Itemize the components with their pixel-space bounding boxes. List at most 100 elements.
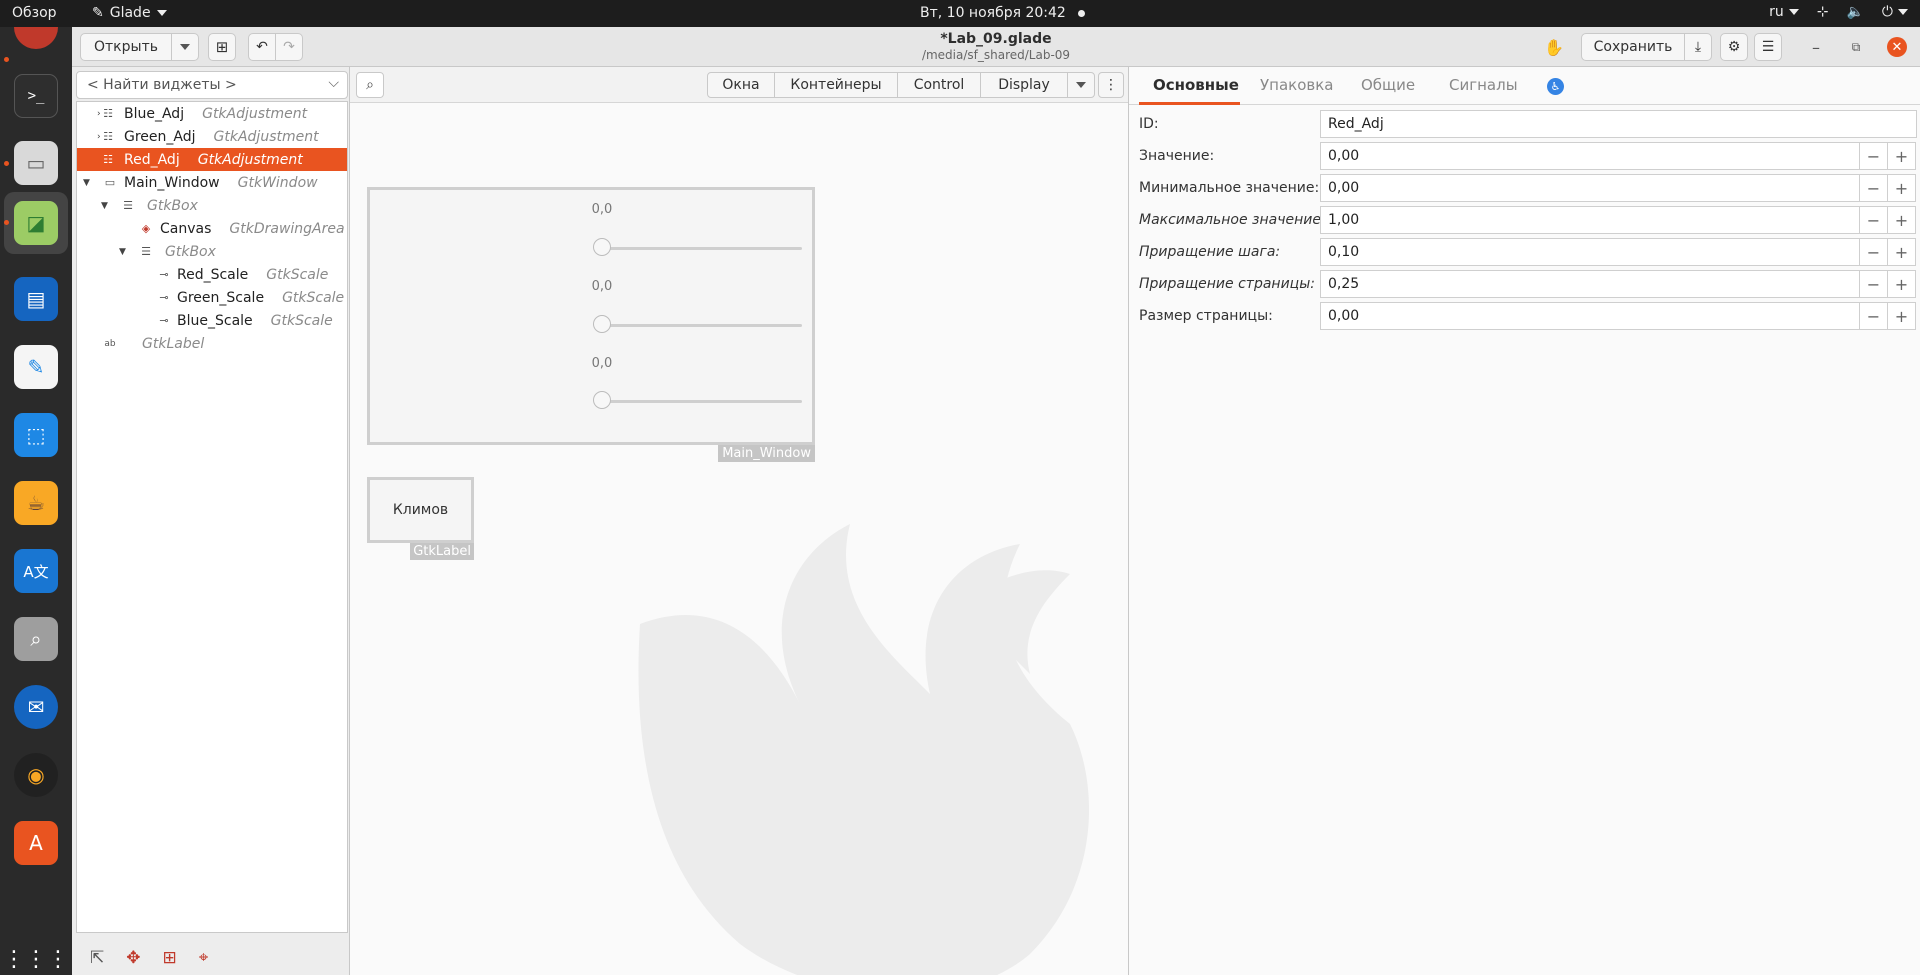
thunderbird-icon[interactable]: ✉ [14, 685, 58, 729]
page-increment-field[interactable]: 0,25 [1320, 270, 1860, 298]
align-edit-icon[interactable]: ⌖ [199, 948, 209, 968]
increment-button[interactable]: + [1887, 142, 1916, 170]
prop-row-page-increment: Приращение страницы: 0,25 − + [1129, 269, 1920, 299]
label-icon: ab [104, 338, 116, 349]
expander-open-icon: ▼ [119, 246, 126, 257]
notification-dot-icon [1077, 9, 1085, 17]
files-icon[interactable]: ▭ [14, 141, 58, 185]
tab-common[interactable]: Общие [1361, 76, 1415, 94]
value-field[interactable]: 0,00 [1320, 142, 1860, 170]
chevron-down-icon [1076, 82, 1086, 88]
tree-row-gtkbox-inner[interactable]: ▼ ☰ GtkBox [77, 240, 347, 263]
tab-signals[interactable]: Сигналы [1449, 76, 1518, 94]
tree-row-blue-adj[interactable]: › ☷ Blue_Adj GtkAdjustment [77, 102, 347, 125]
language-indicator[interactable]: ru [1769, 4, 1799, 20]
glade-dock-icon[interactable]: ◪ [14, 201, 58, 245]
decrement-button[interactable]: − [1859, 238, 1888, 266]
decrement-button[interactable]: − [1859, 302, 1888, 330]
running-indicator [4, 57, 9, 62]
margin-edit-icon[interactable]: ⊞ [163, 948, 177, 968]
scale-icon: ⊸ [159, 314, 169, 327]
text-editor-icon[interactable]: ✎ [14, 345, 58, 389]
magnifier-icon[interactable]: ⌕ [14, 617, 58, 661]
design-canvas[interactable]: 0,0 0,0 0,0 Main_Window Климов GtkLabel [350, 104, 1128, 975]
tree-row-green-adj[interactable]: › ☷ Green_Adj GtkAdjustment [77, 125, 347, 148]
libreoffice-writer-icon[interactable]: ▤ [14, 277, 58, 321]
increment-button[interactable]: + [1887, 206, 1916, 234]
software-center-icon[interactable]: A [14, 821, 58, 865]
increment-button[interactable]: + [1887, 174, 1916, 202]
prop-label: Размер страницы: [1139, 308, 1273, 324]
tab-packing[interactable]: Упаковка [1260, 76, 1333, 94]
page-size-field[interactable]: 0,00 [1320, 302, 1860, 330]
translate-icon[interactable]: A文 [14, 549, 58, 593]
increment-button[interactable]: + [1887, 238, 1916, 266]
system-tray[interactable]: ru ⊹ 🔈 ⏻ [1769, 4, 1908, 20]
power-menu[interactable]: ⏻ [1882, 4, 1908, 20]
inspector-hand-icon[interactable]: ✋ [1541, 35, 1567, 59]
decrement-button[interactable]: − [1859, 270, 1888, 298]
palette-segment-display[interactable]: Display [980, 72, 1068, 98]
rhythmbox-icon[interactable]: ◉ [14, 753, 58, 797]
widget-search-input[interactable]: < Найти виджеты > ⌵ [76, 71, 348, 99]
clock[interactable]: Вт, 10 ноября 20:42 [920, 5, 1085, 21]
palette-more-dropdown[interactable] [1067, 72, 1095, 98]
volume-icon[interactable]: 🔈 [1846, 4, 1863, 20]
activities-button[interactable]: Обзор [12, 5, 57, 21]
decrement-button[interactable]: − [1859, 206, 1888, 234]
palette-segment-containers[interactable]: Контейнеры [774, 72, 898, 98]
tree-row-red-adj[interactable]: ☷ Red_Adj GtkAdjustment [77, 148, 347, 171]
blue-scale-slider[interactable] [593, 391, 611, 409]
terminal-icon[interactable]: >_ [14, 74, 58, 118]
tree-node-class: GtkLabel [142, 335, 205, 352]
palette-search-button[interactable]: ⌕ [356, 72, 384, 98]
save-as-button[interactable]: ⤓ [1684, 33, 1712, 61]
preferences-button[interactable]: ⚙ [1720, 33, 1748, 61]
tree-row-main-window[interactable]: ▼ ▭ Main_Window GtkWindow [77, 171, 347, 194]
maximize-button[interactable]: ⧉ [1843, 35, 1869, 59]
pointer-icon[interactable]: ⇱ [90, 948, 104, 968]
main-window-preview[interactable]: 0,0 0,0 0,0 Main_Window [367, 187, 815, 462]
app-menu-label: Glade [109, 5, 151, 21]
increment-button[interactable]: + [1887, 302, 1916, 330]
tree-row-gtklabel[interactable]: ab GtkLabel [77, 332, 347, 355]
adjustment-icon: ☷ [103, 153, 113, 166]
green-scale-slider[interactable] [593, 315, 611, 333]
tree-row-canvas[interactable]: ◈ Canvas GtkDrawingArea [77, 217, 347, 240]
palette-toolbar: ⌕ Окна Контейнеры Control Display ⋮ [350, 67, 1128, 103]
network-icon[interactable]: ⊹ [1817, 4, 1829, 20]
label-preview[interactable]: Климов GtkLabel [367, 477, 474, 560]
main-menu-button[interactable]: ☰ [1754, 33, 1782, 61]
max-value-field[interactable]: 1,00 [1320, 206, 1860, 234]
tree-row-green-scale[interactable]: ⊸ Green_Scale GtkScale [77, 286, 347, 309]
screenshot-icon[interactable]: ⬚ [14, 413, 58, 457]
tab-general[interactable]: Основные [1153, 76, 1239, 94]
firefox-icon[interactable] [14, 27, 58, 49]
palette-menu-button[interactable]: ⋮ [1098, 72, 1124, 98]
save-button[interactable]: Сохранить [1581, 33, 1685, 61]
close-button[interactable]: ✕ [1887, 37, 1907, 57]
tree-row-gtkbox[interactable]: ▼ ☰ GtkBox [77, 194, 347, 217]
add-parent-icon[interactable]: ✥ [126, 948, 140, 968]
app-menu[interactable]: ✎ Glade [92, 5, 167, 21]
glade-watermark-icon [638, 524, 1090, 975]
minimize-button[interactable]: – [1803, 35, 1829, 59]
palette-segment-windows[interactable]: Окна [707, 72, 775, 98]
tree-row-blue-scale[interactable]: ⊸ Blue_Scale GtkScale [77, 309, 347, 332]
palette-segment-control[interactable]: Control [897, 72, 981, 98]
gear-icon: ⚙ [1727, 39, 1741, 55]
decrement-button[interactable]: − [1859, 142, 1888, 170]
increment-button[interactable]: + [1887, 270, 1916, 298]
step-increment-field[interactable]: 0,10 [1320, 238, 1860, 266]
show-apps-icon[interactable]: ⋮⋮⋮ [3, 937, 69, 975]
min-value-field[interactable]: 0,00 [1320, 174, 1860, 202]
id-field[interactable]: Red_Adj [1320, 110, 1917, 138]
decrement-button[interactable]: − [1859, 174, 1888, 202]
accessibility-icon[interactable]: ♿ [1547, 78, 1564, 95]
tree-node-class: GtkScale [270, 312, 333, 329]
tree-row-red-scale[interactable]: ⊸ Red_Scale GtkScale [77, 263, 347, 286]
red-scale-slider[interactable] [593, 238, 611, 256]
top-bar: Обзор ✎ Glade Вт, 10 ноября 20:42 ru ⊹ 🔈… [0, 0, 1920, 27]
chevron-down-icon [156, 10, 167, 16]
teapot-icon[interactable]: ☕ [14, 481, 58, 525]
